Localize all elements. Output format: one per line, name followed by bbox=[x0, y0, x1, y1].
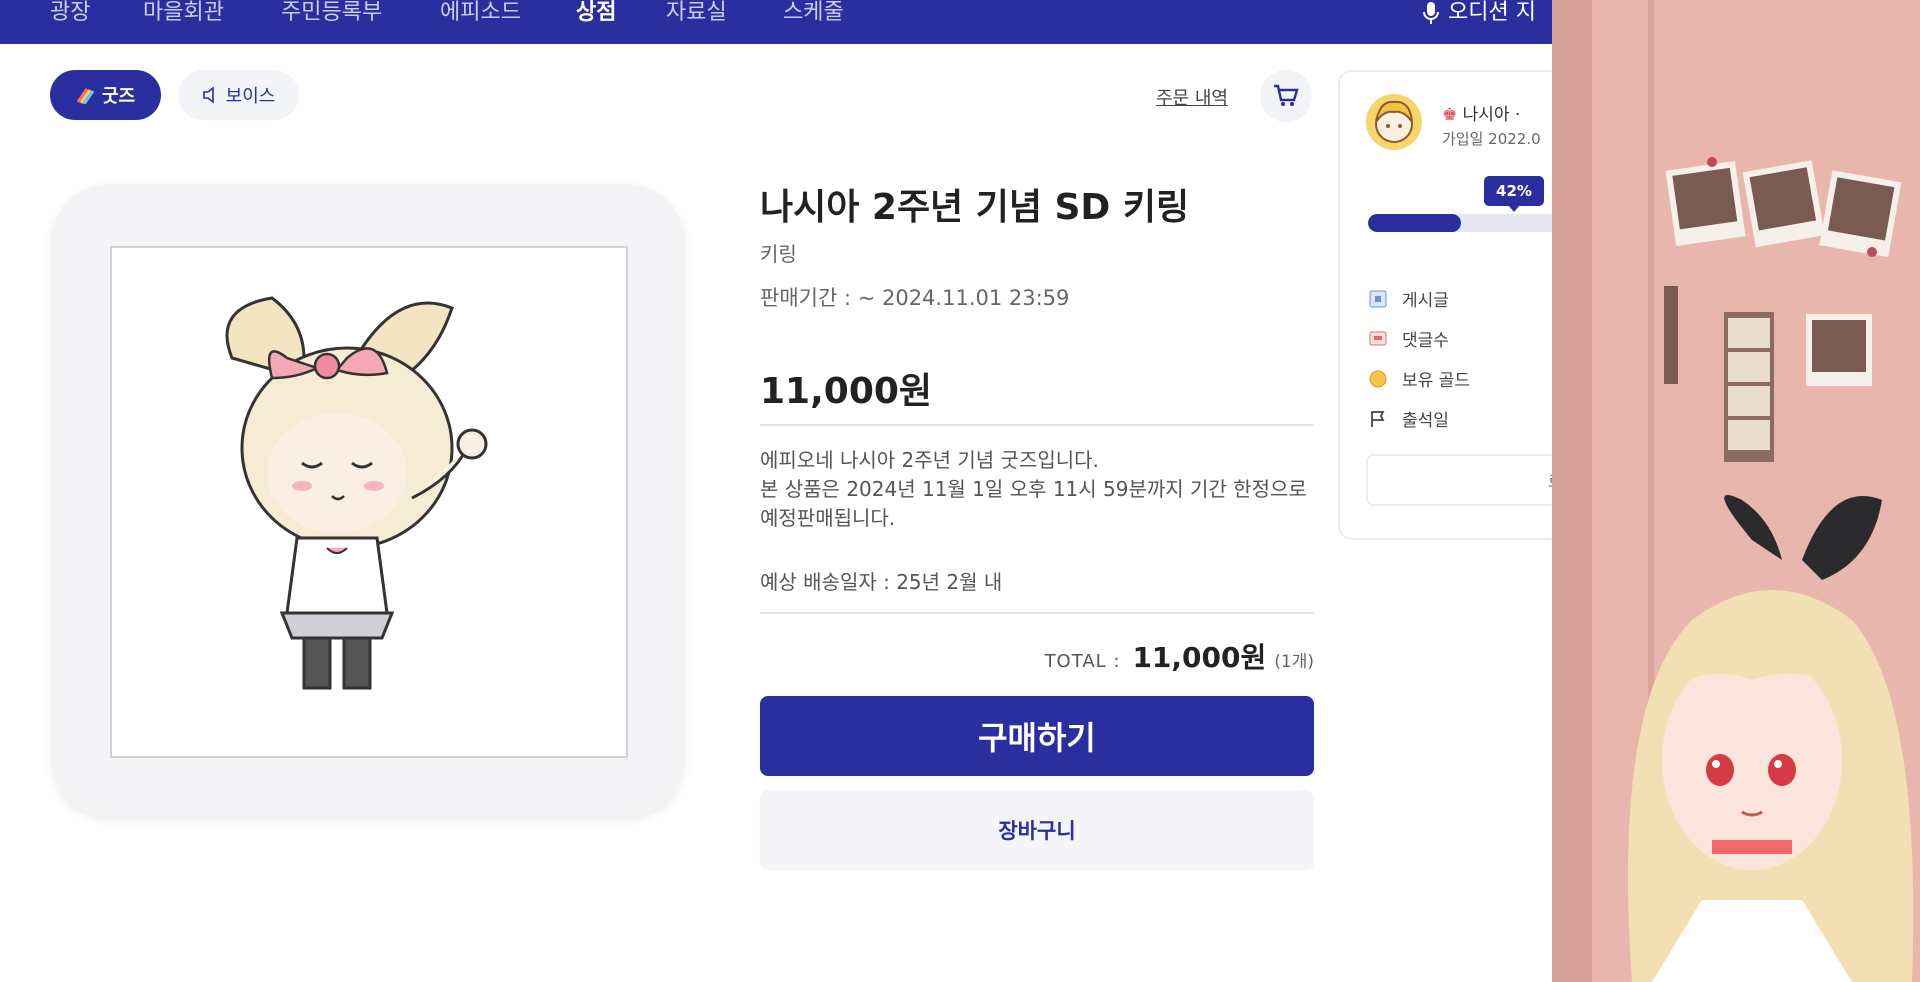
stat-gold: 보유 골드 bbox=[1368, 366, 1470, 391]
keyring-character-illustration bbox=[225, 296, 488, 690]
stat-attendance-label: 출석일 bbox=[1402, 411, 1449, 431]
nav-audition[interactable]: 오디션 지 bbox=[1422, 0, 1536, 26]
nav-item-residents[interactable]: 주민등록부 bbox=[281, 0, 382, 26]
nav-item-episodes[interactable]: 에피소드 bbox=[440, 0, 521, 26]
product-description: 에피오네 나시아 2주년 기념 굿즈입니다. 본 상품은 2024년 11월 1… bbox=[760, 448, 1307, 530]
profile-name: ♚ 나시아 · bbox=[1442, 100, 1520, 125]
order-history-link[interactable]: 주문 내역 bbox=[1156, 84, 1228, 110]
buy-button[interactable]: 구매하기 bbox=[760, 696, 1314, 776]
cart-icon bbox=[1274, 84, 1299, 106]
add-to-cart-button[interactable]: 장바구니 bbox=[760, 790, 1314, 870]
gold-coin-icon bbox=[1368, 369, 1388, 389]
profile-name-text: 나시아 · bbox=[1462, 105, 1521, 125]
category-voice-label: 보이스 bbox=[225, 86, 276, 107]
total-price: 11,000원 bbox=[1132, 641, 1267, 674]
nav-item-town-hall[interactable]: 마을회관 bbox=[143, 0, 224, 26]
stat-attendance: 출석일 bbox=[1368, 406, 1449, 431]
cart-button[interactable] bbox=[1260, 70, 1312, 122]
category-voice-tab[interactable]: 보이스 bbox=[178, 70, 299, 120]
product-price: 11,000원 bbox=[760, 371, 933, 412]
stat-comments: 댓글수 bbox=[1368, 326, 1449, 351]
top-nav: 광장 마을회관 주민등록부 에피소드 상점 자료실 스케줄 오디션 지 bbox=[0, 0, 1552, 44]
divider bbox=[760, 612, 1314, 614]
comment-icon bbox=[1368, 329, 1388, 349]
category-goods-label: 굿즈 bbox=[101, 86, 136, 107]
total-label: TOTAL : bbox=[1044, 651, 1121, 672]
crown-icon: ♚ bbox=[1442, 105, 1458, 125]
category-goods-tab[interactable]: 굿즈 bbox=[50, 70, 161, 120]
streamer-overlay bbox=[1552, 0, 1920, 982]
product-shipping: 예상 배송일자 : 25년 2월 내 bbox=[760, 570, 1003, 594]
app-root: 광장 마을회관 주민등록부 에피소드 상점 자료실 스케줄 오디션 지 굿즈 보… bbox=[0, 0, 1920, 982]
microphone-icon bbox=[1423, 2, 1439, 24]
stat-comments-label: 댓글수 bbox=[1402, 331, 1449, 351]
stat-posts: 게시글 bbox=[1368, 286, 1449, 311]
profile-join-date: 가입일 2022.0 bbox=[1442, 130, 1541, 148]
nav-audition-label: 오디션 지 bbox=[1448, 0, 1536, 25]
nav-item-schedule[interactable]: 스케줄 bbox=[783, 0, 844, 26]
speaker-icon bbox=[202, 86, 220, 104]
nav-item-archive[interactable]: 자료실 bbox=[666, 0, 727, 26]
product-title: 나시아 2주년 기념 SD 키링 bbox=[760, 187, 1190, 228]
product-sale-period: 판매기간 : ~ 2024.11.01 23:59 bbox=[760, 286, 1070, 310]
level-badge: 42% bbox=[1484, 176, 1544, 212]
stat-posts-label: 게시글 bbox=[1402, 291, 1449, 311]
total-row: TOTAL : 11,000원 (1개) bbox=[1045, 636, 1314, 676]
rainbow-icon bbox=[76, 86, 96, 104]
stat-gold-label: 보유 골드 bbox=[1402, 371, 1470, 391]
nav-item-shop[interactable]: 상점 bbox=[576, 0, 616, 26]
nav-item-plaza[interactable]: 광장 bbox=[50, 0, 90, 26]
total-quantity: (1개) bbox=[1274, 652, 1314, 672]
level-progress-fill bbox=[1368, 214, 1462, 232]
post-icon bbox=[1368, 289, 1388, 309]
product-image[interactable] bbox=[110, 246, 628, 758]
flag-icon bbox=[1368, 409, 1388, 429]
product-category: 키링 bbox=[760, 242, 797, 266]
product-image-card bbox=[52, 184, 684, 816]
vtuber-room-illustration bbox=[1552, 0, 1920, 982]
avatar[interactable] bbox=[1366, 94, 1422, 150]
divider bbox=[760, 424, 1314, 426]
